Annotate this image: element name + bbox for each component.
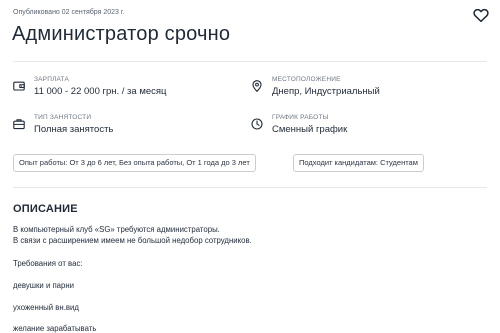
vacancy-page: Опубликовано 02 сентября 2023 г. Админис… <box>0 0 500 333</box>
description-line: В связи с расширением имеем не большой н… <box>13 236 252 245</box>
published-date: Опубликовано 02 сентября 2023 г. <box>13 9 125 16</box>
briefcase-icon <box>13 119 25 130</box>
employment-type-value: Полная занятость <box>34 124 114 135</box>
wallet-icon <box>13 81 25 91</box>
description-line: девушки и парни <box>13 281 75 290</box>
location-value: Днепр, Индустриальный <box>272 86 380 97</box>
heart-icon[interactable] <box>472 6 490 24</box>
schedule-label: ГРАФИК РАБОТЫ <box>272 114 329 121</box>
employment-type-label: ТИП ЗАНЯТОСТИ <box>34 114 92 121</box>
location-pin-icon <box>252 80 262 92</box>
description-heading: ОПИСАНИЕ <box>13 203 78 215</box>
suitable-for-tag[interactable]: Подходит кандидатам: Студентам <box>293 154 424 172</box>
clock-icon <box>251 118 263 130</box>
vacancy-title: Администратор срочно <box>12 23 231 45</box>
divider <box>13 61 487 62</box>
divider <box>13 187 487 188</box>
description-line: ухоженный вн.вид <box>13 303 79 312</box>
location-label: МЕСТОПОЛОЖЕНИЕ <box>272 76 341 83</box>
schedule-value: Сменный график <box>272 124 348 135</box>
experience-tag[interactable]: Опыт работы: От 3 до 6 лет, Без опыта ра… <box>13 154 256 172</box>
salary-value: 11 000 - 22 000 грн. / за месяц <box>34 86 167 97</box>
description-line: В компьютерный клуб «SG» требуются админ… <box>13 225 220 234</box>
salary-label: ЗАРПЛАТА <box>34 76 70 83</box>
description-line: Требования от вас: <box>13 259 83 268</box>
